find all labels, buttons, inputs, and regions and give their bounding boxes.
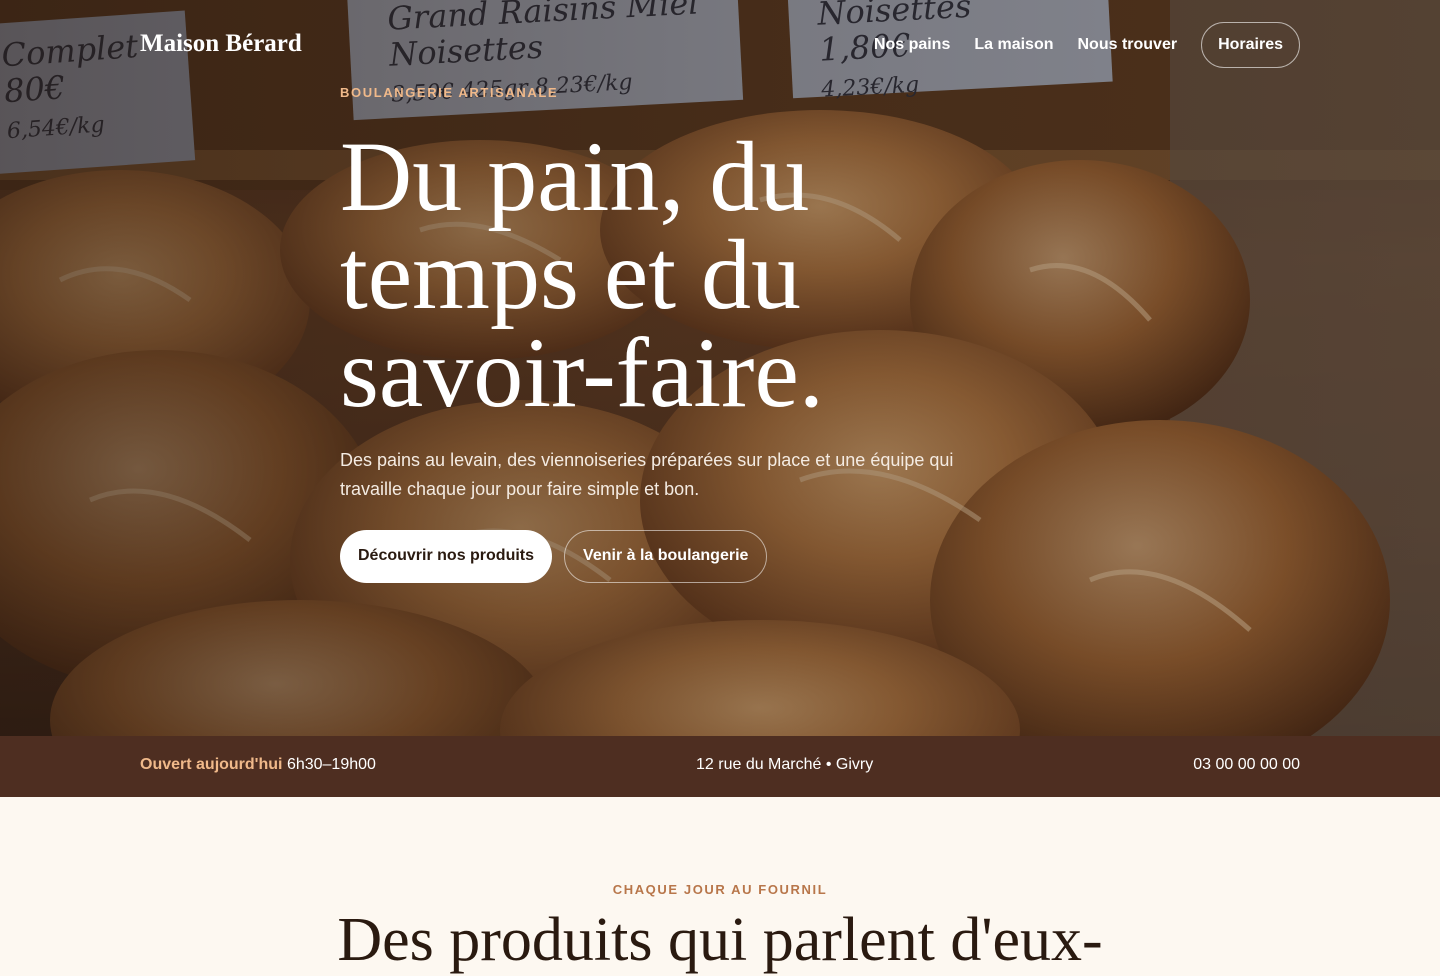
info-bar: Ouvert aujourd'hui 6h30–19h00 12 rue du … [0,736,1440,797]
visit-bakery-button[interactable]: Venir à la boulangerie [564,530,768,583]
open-today-label: Ouvert aujourd'hui [140,756,283,773]
hours-value: 6h30–19h00 [286,756,376,773]
hero-eyebrow: BOULANGERIE ARTISANALE [340,85,559,100]
nav-menu: Nos pains La maison Nous trouver Horaire… [850,22,1300,68]
nav-link-nos-pains[interactable]: Nos pains [874,36,950,54]
nav-link-la-maison[interactable]: La maison [974,36,1053,54]
products-section: CHAQUE JOUR AU FOURNIL Des produits qui … [0,797,1440,974]
horaires-button[interactable]: Horaires [1201,22,1300,68]
hero-headline: Du pain, du temps et du savoir-faire. [340,121,824,428]
hero-actions: Découvrir nos produits Venir à la boulan… [340,530,1040,583]
hero-lead: Des pains au levain, des viennoiseries p… [340,450,954,499]
hero-section: Complet80€6,54€/kgGrand Raisins MielNois… [0,0,1440,736]
products-eyebrow: CHAQUE JOUR AU FOURNIL [612,882,828,897]
discover-products-button[interactable]: Découvrir nos produits [340,530,553,583]
address-text: 12 rue du Marché • Givry [696,756,874,773]
phone-number[interactable]: 03 00 00 00 00 [1193,756,1300,774]
products-title: Des produits qui parlent d'eux- [337,906,1103,974]
brand-logo[interactable]: Maison Bérard [140,30,302,58]
hero-content: BOULANGERIE ARTISANALE Du pain, du temps… [340,85,1040,583]
top-nav: Maison Bérard Nos pains La maison Nous t… [0,0,1440,90]
opening-hours: Ouvert aujourd'hui 6h30–19h00 [140,756,376,774]
nav-link-nous-trouver[interactable]: Nous trouver [1078,36,1178,54]
